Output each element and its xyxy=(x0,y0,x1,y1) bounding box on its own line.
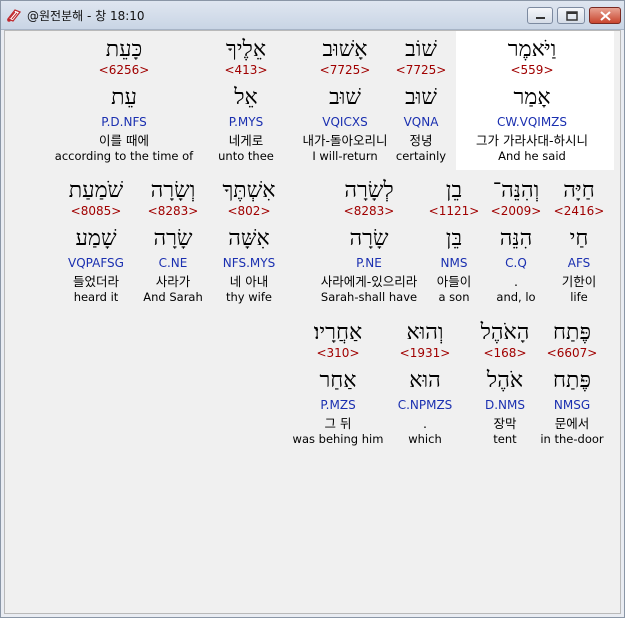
minimize-button[interactable] xyxy=(527,7,553,24)
english-gloss: was behing him xyxy=(292,432,384,446)
english-gloss: according to the time of xyxy=(54,149,194,163)
word-entry[interactable]: אַחֲרָיו׃ <310> אַחַר P.MZS 그 뒤 was behing hi… xyxy=(263,320,413,446)
hebrew-root: עֵת xyxy=(111,85,137,110)
english-gloss: heard it xyxy=(73,290,119,304)
parsing-code: P.D.NFS xyxy=(101,115,147,129)
strong-number: <310> xyxy=(316,346,360,360)
strong-number: <8085> xyxy=(70,204,122,218)
hebrew-root: שָׁמַע xyxy=(75,226,117,251)
app-logo-icon xyxy=(6,9,22,22)
title-bar[interactable]: @원전분해 - 창 18:10 xyxy=(1,1,624,30)
maximize-icon xyxy=(566,11,578,21)
hebrew-root: אַחַר xyxy=(319,368,357,393)
korean-gloss: 이를 때에 xyxy=(99,133,149,148)
app-window: @원전분해 - 창 18:10 וַיֹּאמֶר <559> אָמַר CW.VQ… xyxy=(0,0,625,618)
close-icon xyxy=(600,11,611,21)
window-title: @원전분해 - 창 18:10 xyxy=(27,9,145,23)
hebrew-word: כָּעֵת xyxy=(105,37,143,62)
word-entry[interactable]: שֹׁמַעַת <8085> שָׁמַע VQPAFSG 들었더라 heard it xyxy=(21,178,171,304)
korean-gloss: 들었더라 xyxy=(72,274,119,289)
korean-gloss: 그 뒤 xyxy=(324,416,352,431)
hebrew-word: אַחֲרָיו׃ xyxy=(313,320,363,345)
word-entry[interactable]: כָּעֵת <6256> עֵת P.D.NFS 이를 때에 according to … xyxy=(49,37,199,163)
parsing-code: P.MZS xyxy=(320,398,356,412)
close-button[interactable] xyxy=(589,7,621,24)
parsing-code: VQPAFSG xyxy=(68,256,124,270)
word-analysis-panel: וַיֹּאמֶר <559> אָמַר CW.VQIMZS 그가 가라사대-하시니 A… xyxy=(4,30,621,614)
strong-number: <6256> xyxy=(98,63,150,77)
hebrew-word: שֹׁמַעַת xyxy=(68,178,124,203)
minimize-icon xyxy=(536,17,545,19)
maximize-button[interactable] xyxy=(557,7,585,24)
